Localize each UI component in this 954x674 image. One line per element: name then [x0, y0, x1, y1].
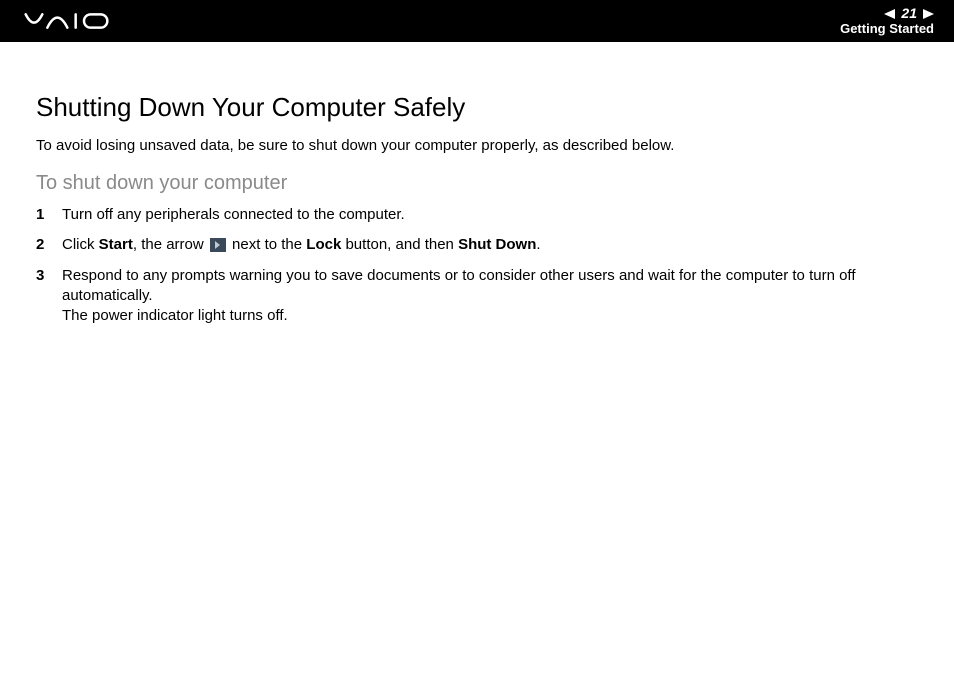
- bold-text: Start: [99, 236, 133, 253]
- step-number: 3: [36, 266, 62, 327]
- prev-page-arrow-icon[interactable]: [884, 9, 895, 19]
- subheading: To shut down your computer: [36, 172, 918, 195]
- page-title: Shutting Down Your Computer Safely: [36, 92, 918, 123]
- step-text: Turn off any peripherals connected to th…: [62, 205, 918, 225]
- text-fragment: button, and then: [341, 236, 458, 253]
- next-page-arrow-icon[interactable]: [923, 9, 934, 19]
- text-fragment: , the arrow: [133, 236, 208, 253]
- text-fragment: Click: [62, 236, 99, 253]
- step-item: 1 Turn off any peripherals connected to …: [36, 205, 918, 225]
- arrow-button-icon: [210, 238, 226, 252]
- step-number: 1: [36, 205, 62, 225]
- bold-text: Lock: [306, 236, 341, 253]
- steps-list: 1 Turn off any peripherals connected to …: [36, 205, 918, 326]
- step-item: 2 Click Start, the arrow next to the Loc…: [36, 235, 918, 255]
- page-content: Shutting Down Your Computer Safely To av…: [0, 42, 954, 326]
- page-number: 21: [899, 6, 919, 21]
- header-right: 21 Getting Started: [840, 6, 934, 36]
- step-text: Click Start, the arrow next to the Lock …: [62, 235, 918, 255]
- text-fragment: next to the: [228, 236, 306, 253]
- step-item: 3 Respond to any prompts warning you to …: [36, 266, 918, 327]
- section-label: Getting Started: [840, 22, 934, 36]
- text-line: Respond to any prompts warning you to sa…: [62, 267, 855, 304]
- bold-text: Shut Down: [458, 236, 536, 253]
- step-text: Respond to any prompts warning you to sa…: [62, 266, 918, 327]
- intro-text: To avoid losing unsaved data, be sure to…: [36, 137, 918, 154]
- text-fragment: .: [536, 236, 540, 253]
- page-navigation: 21: [884, 6, 934, 21]
- document-header: 21 Getting Started: [0, 0, 954, 42]
- vaio-logo: [24, 11, 124, 31]
- text-line: The power indicator light turns off.: [62, 307, 288, 324]
- step-number: 2: [36, 235, 62, 255]
